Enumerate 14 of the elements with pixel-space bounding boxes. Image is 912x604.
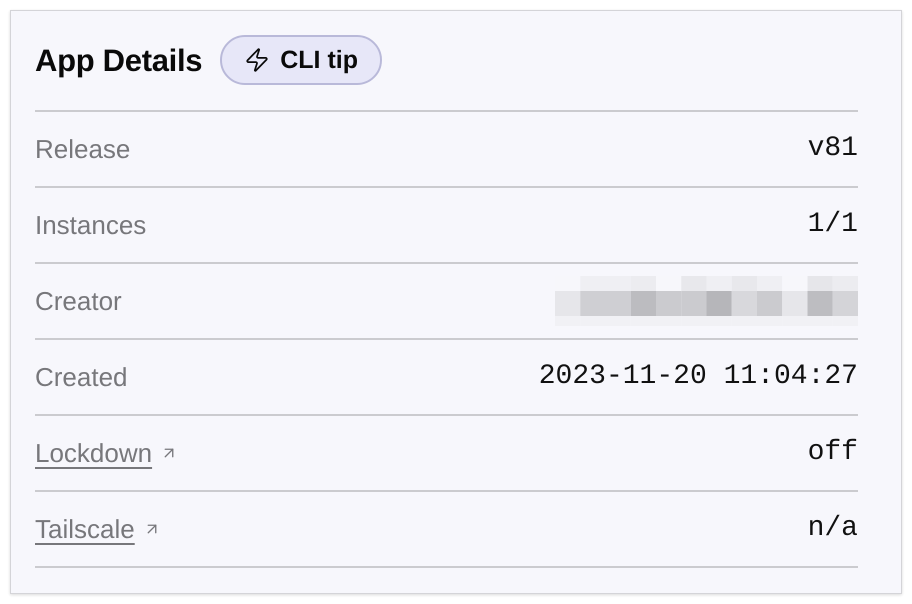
detail-value: 1/1 <box>808 211 858 239</box>
lightning-icon <box>244 47 270 73</box>
detail-value: off <box>808 439 858 467</box>
detail-label: Release <box>35 136 130 162</box>
cli-tip-button[interactable]: CLI tip <box>220 35 382 85</box>
detail-label: Creator <box>35 288 122 314</box>
card-title: App Details <box>35 44 202 76</box>
detail-label: Instances <box>35 212 146 238</box>
detail-link[interactable]: Tailscale <box>35 516 161 542</box>
detail-value: n/a <box>808 515 858 543</box>
detail-value: v81 <box>808 135 858 163</box>
detail-link[interactable]: Lockdown <box>35 440 178 466</box>
detail-value: 2023-11-20 11:04:27 <box>538 363 858 391</box>
detail-label: Created <box>35 364 128 390</box>
